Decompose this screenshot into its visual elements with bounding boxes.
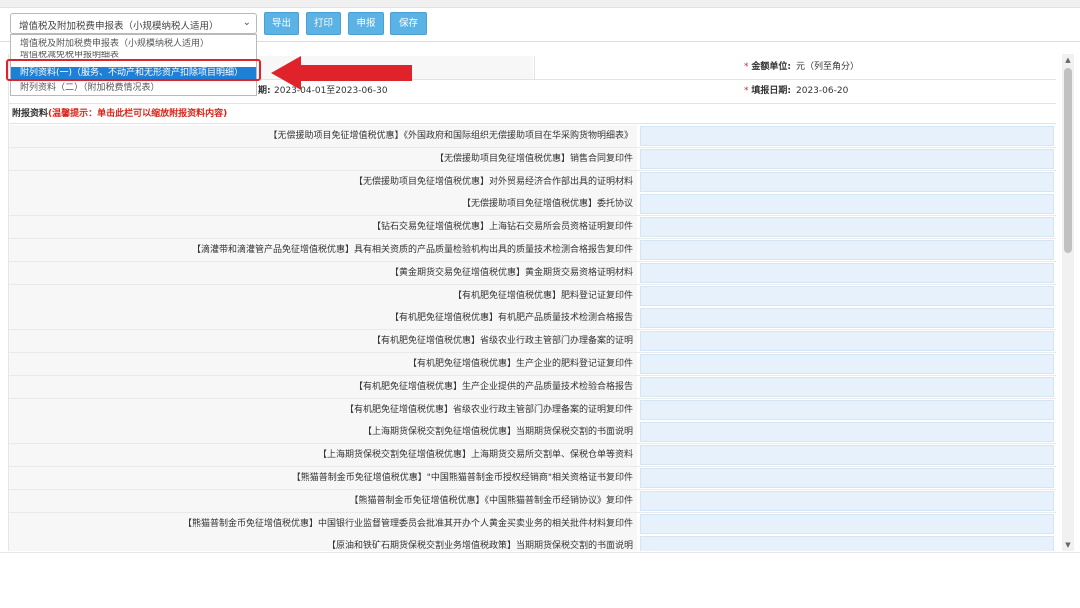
attachment-row: 【上海期货保税交割免征增值税优惠】上海期货交易所交割单、保税仓单等资料 [9,444,1056,468]
attachment-upload-field[interactable] [640,513,1054,534]
attachment-label: 【有机肥免征增值税优惠】生产企业的肥料登记证复印件 [9,353,637,375]
attachment-upload-field[interactable] [640,445,1054,466]
attachment-row: 【熊猫普制金币免征增值税优惠】中国银行业监督管理委员会批准其开办个人黄金买卖业务… [9,512,1056,536]
highlight-box [6,59,261,81]
scroll-up-icon[interactable]: ▲ [1062,54,1074,66]
attachment-row: 【上海期货保税交割免征增值税优惠】当期期货保税交割的书面说明 [9,421,1056,445]
attachment-upload-field[interactable] [640,422,1054,443]
attachment-row: 【无偿援助项目免征增值税优惠】销售合同复印件 [9,147,1056,171]
attachments-title: 附报资料 [12,109,49,119]
attachment-upload-field[interactable] [640,126,1054,146]
dropdown-option[interactable]: 附列资料（二）（附加税费情况表） [11,82,256,94]
form-type-select-value: 增值税及附加税费申报表（小规模纳税人适用） [19,21,219,32]
attachment-row: 【有机肥免征增值税优惠】有机肥产品质量技术检测合格报告 [9,307,1056,331]
export-button[interactable]: 导出 [264,12,299,35]
attachment-upload-field[interactable] [640,194,1054,215]
attachment-label: 【熊猫普制金币免征增值税优惠】"中国熊猫普制金币授权经销商"相关资格证书复印件 [9,467,637,489]
declaration-form: * 金额单位: 元（列至角分） 期: 2023-04-01至2023-06-30… [8,54,1056,551]
attachment-label: 【熊猫普制金币免征增值税优惠】中国银行业监督管理委员会批准其开办个人黄金买卖业务… [9,512,637,535]
attachment-upload-field[interactable] [640,354,1054,374]
attachment-upload-field[interactable] [640,536,1054,551]
attachment-label: 【原油和铁矿石期货保税交割业务增值税政策】当期期货保税交割的书面说明 [9,535,637,551]
attachment-label: 【无偿援助项目免征增值税优惠】对外贸易经济合作部出具的证明材料 [9,170,637,193]
attachments-section-header[interactable]: 附报资料(温馨提示：单击此栏可以缩放附报资料内容) [9,104,1056,124]
dropdown-option[interactable]: 增值税减免税申报明细表 [11,51,256,59]
dropdown-option[interactable]: 增值税及附加税费申报表（小规模纳税人适用） [11,38,256,50]
attachment-upload-field[interactable] [640,399,1054,420]
amount-unit-label: * 金额单位: [744,62,791,72]
attachment-label: 【无偿援助项目免征增值税优惠】《外国政府和国际组织无偿援助项目在华采购货物明细表… [9,125,637,147]
attachment-row: 【无偿援助项目免征增值税优惠】《外国政府和国际组织无偿援助项目在华采购货物明细表… [9,125,1056,148]
scrollbar-thumb[interactable] [1064,68,1072,253]
attachment-row: 【熊猫普制金币免征增值税优惠】《中国熊猫普制金币经销协议》复印件 [9,489,1056,513]
save-button[interactable]: 保存 [390,12,427,35]
attachment-row: 【无偿援助项目免征增值税优惠】对外贸易经济合作部出具的证明材料 [9,170,1056,194]
red-arrow-icon [271,56,412,90]
print-button[interactable]: 打印 [306,12,341,35]
bottom-divider [0,552,1080,553]
attachment-label: 【有机肥免征增值税优惠】有机肥产品质量技术检测合格报告 [9,307,637,330]
attachment-label: 【无偿援助项目免征增值税优惠】销售合同复印件 [9,147,637,170]
browser-top-strip [0,0,1080,8]
attachment-label: 【上海期货保税交割免征增值税优惠】当期期货保税交割的书面说明 [9,421,637,444]
chevron-down-icon: ⌄ [242,17,251,28]
attachment-label: 【无偿援助项目免征增值税优惠】委托协议 [9,193,637,216]
attachment-row: 【滴灌带和滴灌管产品免征增值税优惠】具有相关资质的产品质量检验机构出具的质量技术… [9,239,1056,262]
declare-button[interactable]: 申报 [348,12,384,35]
form-type-select[interactable]: 增值税及附加税费申报表（小规模纳税人适用） ⌄ [10,13,257,34]
attachment-upload-field[interactable] [640,285,1054,306]
attachment-row: 【有机肥免征增值税优惠】省级农业行政主管部门办理备案的证明复印件 [9,398,1056,422]
attachment-label: 【有机肥免征增值税优惠】肥料登记证复印件 [9,284,637,307]
attachment-upload-field[interactable] [640,148,1054,169]
attachment-row: 【有机肥免征增值税优惠】省级农业行政主管部门办理备案的证明 [9,330,1056,354]
attachment-row: 【有机肥免征增值税优惠】肥料登记证复印件 [9,284,1056,308]
attachment-upload-field[interactable] [640,240,1054,260]
attachment-upload-field[interactable] [640,490,1054,511]
vertical-scrollbar[interactable]: ▲ ▼ [1062,54,1074,551]
attachment-upload-field[interactable] [640,331,1054,352]
attachment-row: 【无偿援助项目免征增值税优惠】委托协议 [9,193,1056,217]
attachment-row: 【有机肥免征增值税优惠】生产企业提供的产品质量技术检验合格报告 [9,375,1056,399]
attachment-upload-field[interactable] [640,262,1054,283]
attachment-label: 【熊猫普制金币免征增值税优惠】《中国熊猫普制金币经销协议》复印件 [9,489,637,512]
attachment-upload-field[interactable] [640,171,1054,192]
tax-declaration-app: 增值税及附加税费申报表（小规模纳税人适用） ⌄ 导出 打印 申报 保存 * 金额… [0,0,1080,608]
attachments-hint: (温馨提示：单击此栏可以缩放附报资料内容) [48,109,228,119]
scroll-down-icon[interactable]: ▼ [1062,539,1074,551]
fill-date-value: 2023-06-20 [796,86,849,96]
attachment-label: 【有机肥免征增值税优惠】生产企业提供的产品质量技术检验合格报告 [9,375,637,398]
attachment-label: 【滴灌带和滴灌管产品免征增值税优惠】具有相关资质的产品质量检验机构出具的质量技术… [9,239,637,261]
attachment-upload-field[interactable] [640,217,1054,238]
attachment-upload-field[interactable] [640,468,1054,488]
fill-date-label: * 填报日期: [744,86,791,96]
info-middle-cell [534,56,732,79]
attachment-row: 【有机肥免征增值税优惠】生产企业的肥料登记证复印件 [9,353,1056,376]
attachment-label: 【有机肥免征增值税优惠】省级农业行政主管部门办理备案的证明 [9,330,637,353]
attachment-row: 【钻石交易免征增值税优惠】上海钻石交易所会员资格证明复印件 [9,216,1056,240]
period-label: 期: [258,86,271,96]
attachment-row: 【原油和铁矿石期货保税交割业务增值税政策】当期期货保税交割的书面说明 [9,535,1056,551]
attachment-row: 【黄金期货交易免征增值税优惠】黄金期货交易资格证明材料 [9,261,1056,285]
attachment-label: 【有机肥免征增值税优惠】省级农业行政主管部门办理备案的证明复印件 [9,398,637,421]
attachment-upload-field[interactable] [640,376,1054,397]
amount-unit-value: 元（列至角分） [796,62,860,72]
attachment-label: 【黄金期货交易免征增值税优惠】黄金期货交易资格证明材料 [9,261,637,284]
attachment-upload-field[interactable] [640,308,1054,329]
attachment-label: 【上海期货保税交割免征增值税优惠】上海期货交易所交割单、保税仓单等资料 [9,444,637,467]
attachment-row: 【熊猫普制金币免征增值税优惠】"中国熊猫普制金币授权经销商"相关资格证书复印件 [9,467,1056,490]
attachment-label: 【钻石交易免征增值税优惠】上海钻石交易所会员资格证明复印件 [9,216,637,239]
